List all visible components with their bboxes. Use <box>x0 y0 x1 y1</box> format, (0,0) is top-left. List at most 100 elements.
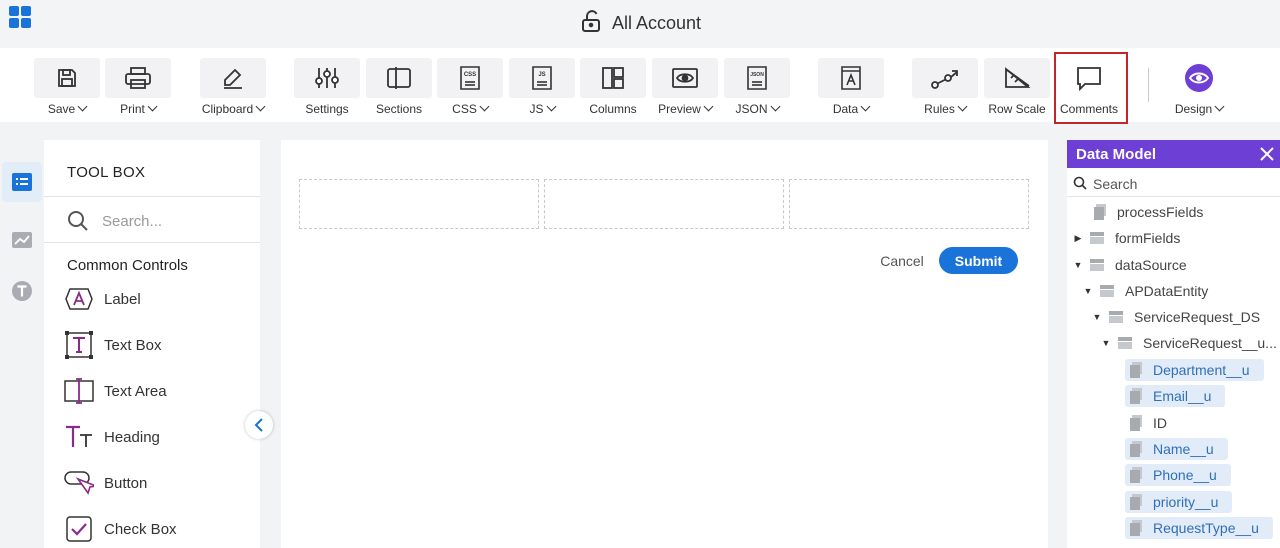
rules-button[interactable]: Rules <box>912 58 978 122</box>
sections-label: Sections <box>375 102 423 116</box>
toolbox-search-input[interactable] <box>100 210 254 232</box>
settings-button[interactable]: Settings <box>294 58 360 122</box>
json-button[interactable]: JSON JSON <box>724 58 790 122</box>
css-icon: CSS <box>460 66 480 90</box>
tool-label[interactable]: Label <box>64 283 141 315</box>
tree-label: Email__u <box>1153 388 1212 404</box>
rail-chart-button[interactable] <box>2 220 42 260</box>
tree-label: dataSource <box>1115 257 1187 273</box>
page-title: All Account <box>612 12 702 33</box>
text-t-icon <box>12 281 32 301</box>
close-icon[interactable] <box>1258 145 1276 163</box>
tree-label: ServiceRequest__u... <box>1143 335 1277 351</box>
tree-label: formFields <box>1115 230 1181 246</box>
rail-form-button[interactable] <box>2 162 42 202</box>
tree-field-name[interactable]: Name__u <box>1125 438 1228 460</box>
tree-item-processfields[interactable]: processFields <box>1077 201 1203 223</box>
data-button[interactable]: Data <box>818 58 884 122</box>
apps-grid-icon[interactable] <box>9 6 33 30</box>
tree-label: ServiceRequest_DS <box>1134 309 1261 325</box>
group-icon <box>1089 231 1105 245</box>
tree-field-id[interactable]: ID <box>1125 412 1167 434</box>
data-label: Data <box>832 102 859 116</box>
design-label: Design <box>1174 102 1213 116</box>
field-icon <box>1129 520 1143 536</box>
save-button[interactable]: Save <box>34 58 100 122</box>
heading-icon <box>64 422 94 452</box>
collapse-arrow-icon[interactable]: ▼ <box>1073 260 1083 270</box>
print-icon <box>125 67 151 89</box>
css-button[interactable]: CSS CSS <box>437 58 503 122</box>
page-title-group: All Account <box>580 8 701 38</box>
tree-label: priority__u <box>1153 494 1219 510</box>
tool-button[interactable]: Button <box>64 467 147 499</box>
clipboard-button[interactable]: Clipboard <box>200 58 266 122</box>
collapse-panel-button[interactable] <box>245 411 273 439</box>
divider <box>1067 196 1280 197</box>
tree-item-servicerequest-u[interactable]: ▼ ServiceRequest__u... <box>1101 332 1277 354</box>
field-icon <box>1093 204 1107 220</box>
tool-check-box[interactable]: Check Box <box>64 513 177 545</box>
css-label: CSS <box>452 102 477 116</box>
tree-item-servicerequest-ds[interactable]: ▼ ServiceRequest_DS <box>1092 306 1261 328</box>
section-heading: Common Controls <box>67 257 188 274</box>
tree-label: Phone__u <box>1153 467 1217 483</box>
tree-item-datasource[interactable]: ▼ dataSource <box>1073 254 1187 276</box>
tree-field-requesttype[interactable]: RequestType__u <box>1125 517 1273 539</box>
print-label: Print <box>120 102 145 116</box>
preview-button[interactable]: Preview <box>652 58 718 122</box>
collapse-arrow-icon[interactable]: ▼ <box>1092 312 1102 322</box>
data-model-search-input[interactable] <box>1091 174 1275 194</box>
tree-label: Department__u <box>1153 362 1250 378</box>
toolbox-title: TOOL BOX <box>67 164 146 181</box>
app-header: All Account <box>0 0 1280 48</box>
tool-label-text: Label <box>104 290 141 308</box>
tool-text-box[interactable]: Text Box <box>64 329 162 361</box>
tree-label: processFields <box>1117 204 1204 220</box>
tool-heading[interactable]: Heading <box>64 421 160 453</box>
button-icon <box>64 468 94 498</box>
field-icon <box>1129 441 1143 457</box>
tree-item-apdataentity[interactable]: ▼ APDataEntity <box>1083 280 1209 302</box>
group-icon <box>1099 284 1115 298</box>
search-icon <box>67 210 89 237</box>
tool-text-area[interactable]: Text Area <box>64 375 167 407</box>
tree-field-priority[interactable]: priority__u <box>1125 491 1233 513</box>
row-scale-label: Row Scale <box>988 102 1046 116</box>
print-button[interactable]: Print <box>105 58 171 122</box>
js-label: JS <box>529 102 544 116</box>
row-scale-button[interactable]: Row Scale <box>984 58 1050 122</box>
json-icon: JSON <box>747 66 767 90</box>
form-cell[interactable] <box>544 179 784 229</box>
preview-icon <box>672 68 698 88</box>
tree-field-phone[interactable]: Phone__u <box>1125 464 1231 486</box>
submit-button[interactable]: Submit <box>939 247 1018 274</box>
toolbar-divider <box>1148 68 1149 102</box>
js-button[interactable]: JS JS <box>509 58 575 122</box>
columns-icon <box>602 67 624 89</box>
cancel-button[interactable]: Cancel <box>869 248 935 274</box>
tree-field-department[interactable]: Department__u <box>1125 359 1264 381</box>
text-area-icon <box>64 376 94 406</box>
collapse-arrow-icon[interactable]: ▼ <box>1083 286 1093 296</box>
form-cell[interactable] <box>789 179 1029 229</box>
expand-arrow-icon[interactable]: ▶ <box>1073 233 1083 244</box>
preview-label: Preview <box>658 102 701 116</box>
tree-field-email[interactable]: Email__u <box>1125 385 1226 407</box>
form-cell[interactable] <box>299 179 539 229</box>
design-button[interactable]: Design <box>1166 58 1232 122</box>
check-box-icon <box>64 514 94 544</box>
columns-button[interactable]: Columns <box>580 58 646 122</box>
clipboard-icon <box>224 68 242 89</box>
tree-item-formfields[interactable]: ▶ formFields <box>1073 227 1181 249</box>
unlock-icon[interactable] <box>580 9 604 38</box>
rail-theme-button[interactable] <box>2 271 42 311</box>
rules-icon <box>931 70 958 89</box>
collapse-arrow-icon[interactable]: ▼ <box>1101 338 1111 348</box>
sections-button[interactable]: Sections <box>366 58 432 122</box>
form-canvas: Cancel Submit <box>281 140 1048 548</box>
tree-label: APDataEntity <box>1125 283 1209 299</box>
tree-label: ID <box>1153 415 1167 431</box>
js-icon-text: JS <box>538 72 545 78</box>
field-icon <box>1129 388 1143 404</box>
